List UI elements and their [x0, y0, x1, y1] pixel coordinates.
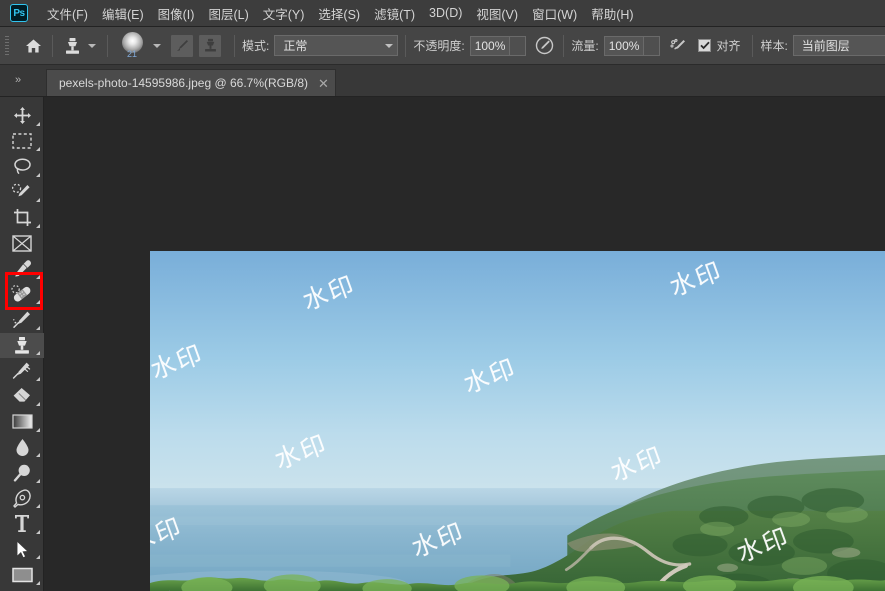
- tool-crop[interactable]: [0, 205, 44, 231]
- align-checkbox[interactable]: [698, 39, 712, 52]
- flow-chevron-down-icon[interactable]: [644, 35, 661, 56]
- tool-flyout-triangle: [36, 172, 40, 177]
- tool-flyout-triangle: [36, 274, 40, 279]
- tool-history-brush[interactable]: [0, 358, 44, 384]
- document-tab[interactable]: pexels-photo-14595986.jpeg @ 66.7%(RGB/8…: [46, 69, 336, 96]
- tool-flyout-triangle: [36, 351, 40, 355]
- home-icon[interactable]: [21, 34, 45, 58]
- tool-flyout-triangle: [36, 529, 40, 534]
- tools-panel: [0, 97, 44, 591]
- options-divider-4: [405, 34, 407, 57]
- pressure-opacity-icon[interactable]: [532, 34, 556, 58]
- sample-value: 当前图层: [801, 39, 850, 53]
- tool-flyout-triangle: [36, 580, 40, 585]
- tool-blur[interactable]: [0, 435, 44, 461]
- tool-flyout-triangle: [36, 121, 40, 126]
- tool-flyout-triangle: [36, 223, 40, 228]
- document-tab-title: pexels-photo-14595986.jpeg @ 66.7%(RGB/8…: [59, 76, 308, 90]
- options-divider-1: [52, 34, 53, 57]
- flow-label: 流量:: [571, 39, 599, 53]
- opacity-chevron-down-icon[interactable]: [510, 35, 527, 56]
- menu-type[interactable]: 文字(Y): [256, 0, 312, 27]
- brush-size-value: 21: [126, 48, 137, 59]
- tool-frame[interactable]: [0, 231, 44, 257]
- tool-dodge[interactable]: [0, 460, 44, 486]
- brush-preset-picker[interactable]: 21: [115, 31, 149, 61]
- options-divider-6: [752, 34, 754, 57]
- menu-window[interactable]: 窗口(W): [525, 0, 584, 27]
- tool-type[interactable]: [0, 511, 44, 537]
- tool-clone-stamp[interactable]: [0, 332, 44, 358]
- tool-flyout-triangle: [36, 402, 40, 406]
- tool-path-selection[interactable]: [0, 537, 44, 563]
- menu-file[interactable]: 文件(F): [40, 0, 95, 27]
- tool-flyout-triangle: [36, 453, 40, 457]
- align-label[interactable]: 对齐: [716, 37, 740, 54]
- tool-flyout-triangle: [36, 300, 40, 304]
- tool-eyedropper[interactable]: [0, 256, 44, 282]
- tool-flyout-triangle: [36, 555, 40, 559]
- mode-label: 模式:: [242, 39, 270, 53]
- opacity-input[interactable]: 100%: [469, 35, 511, 56]
- menu-select[interactable]: 选择(S): [311, 0, 367, 27]
- mode-select[interactable]: 正常: [274, 35, 399, 56]
- close-icon[interactable]: ✕: [318, 77, 329, 90]
- options-divider-5: [563, 34, 565, 57]
- tool-brush[interactable]: [0, 307, 44, 333]
- photoshop-logo-icon: Ps: [10, 4, 28, 22]
- tool-flyout-triangle: [36, 198, 40, 202]
- options-bar: 21 模式: 正常 不透明度: 100% 流量: 100% 对齐 样本: 当前图…: [0, 27, 885, 65]
- mode-value: 正常: [283, 39, 308, 53]
- menu-3d[interactable]: 3D(D): [422, 2, 469, 24]
- double-chevron-right-icon[interactable]: »: [4, 68, 32, 92]
- tool-move[interactable]: [0, 103, 44, 129]
- tool-lasso[interactable]: [0, 154, 44, 180]
- tool-flyout-triangle: [36, 325, 40, 330]
- tool-flyout-triangle: [36, 427, 40, 432]
- opacity-label: 不透明度:: [413, 39, 465, 53]
- menu-help[interactable]: 帮助(H): [584, 0, 640, 27]
- tool-quick-selection[interactable]: [0, 180, 44, 206]
- tool-gradient[interactable]: [0, 409, 44, 435]
- sample-select[interactable]: 当前图层: [792, 35, 885, 56]
- canvas-area[interactable]: 水印 水印 水印 水印 水印 水印 水印 水印 水印 水印 水印 水印 水印: [44, 97, 885, 591]
- document-image[interactable]: 水印 水印 水印 水印 水印 水印 水印 水印 水印 水印 水印 水印 水印: [150, 251, 885, 591]
- options-divider-2: [107, 34, 108, 57]
- tool-eraser[interactable]: [0, 384, 44, 410]
- airbrush-icon[interactable]: [666, 34, 690, 58]
- tool-flyout-triangle: [36, 376, 40, 381]
- tool-rectangular-marquee[interactable]: [0, 129, 44, 155]
- photoshop-window: Ps 文件(F) 编辑(E) 图像(I) 图层(L) 文字(Y) 选择(S) 滤…: [0, 0, 885, 591]
- options-bar-grip[interactable]: [5, 35, 9, 56]
- options-divider-3: [234, 34, 235, 57]
- tool-flyout-triangle: [36, 147, 40, 151]
- flow-input[interactable]: 100%: [603, 35, 645, 56]
- document-tab-bar: » pexels-photo-14595986.jpeg @ 66.7%(RGB…: [0, 65, 885, 97]
- menu-edit[interactable]: 编辑(E): [95, 0, 151, 27]
- tool-flyout-triangle: [36, 504, 40, 508]
- menu-image[interactable]: 图像(I): [151, 0, 202, 27]
- sample-label: 样本:: [760, 39, 788, 53]
- menu-layer[interactable]: 图层(L): [201, 0, 255, 27]
- brush-source-icon[interactable]: [171, 34, 193, 57]
- tool-healing-brush[interactable]: [0, 282, 44, 308]
- menu-view[interactable]: 视图(V): [469, 0, 525, 27]
- photo-artwork: [150, 251, 885, 591]
- tool-pen[interactable]: [0, 486, 44, 512]
- pattern-source-icon[interactable]: [199, 34, 221, 57]
- clone-stamp-icon[interactable]: [60, 34, 84, 58]
- tool-flyout-triangle: [36, 478, 40, 483]
- tool-preset-chevron-down-icon[interactable]: [88, 43, 96, 48]
- menu-filter[interactable]: 滤镜(T): [367, 0, 422, 27]
- menu-bar: Ps 文件(F) 编辑(E) 图像(I) 图层(L) 文字(Y) 选择(S) 滤…: [0, 0, 885, 27]
- tool-rectangle-shape[interactable]: [0, 562, 44, 588]
- brush-chevron-down-icon[interactable]: [153, 43, 161, 48]
- mode-chevron-down-icon: [385, 43, 394, 48]
